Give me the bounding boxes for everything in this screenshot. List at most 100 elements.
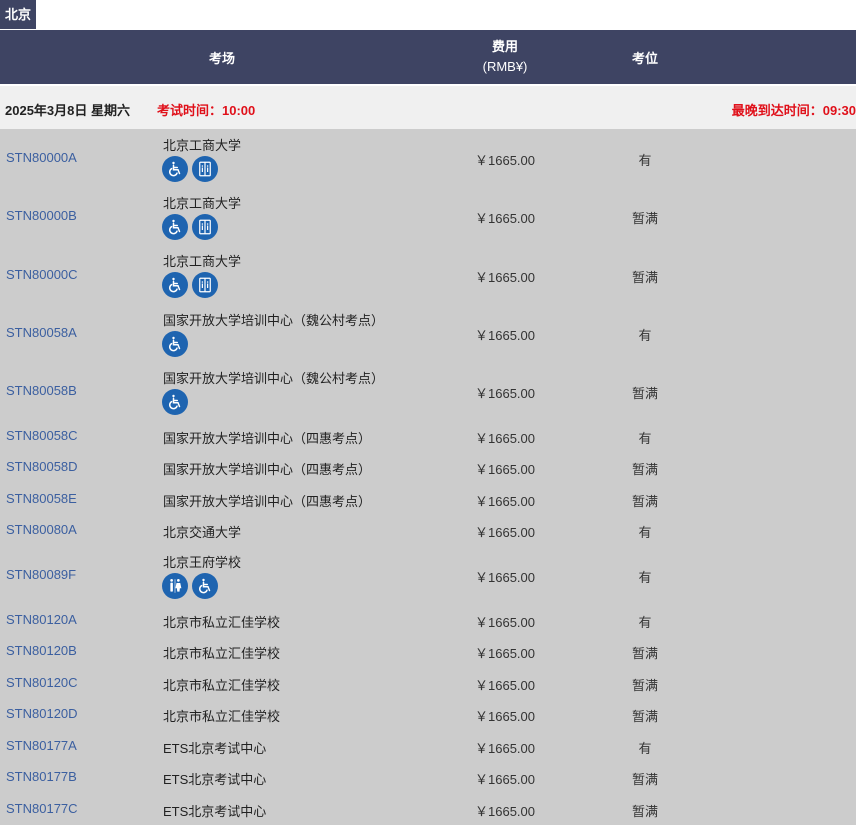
exam-time: 考试时间：10:00	[157, 103, 256, 118]
venue-name: 北京市私立汇佳学校	[163, 678, 281, 693]
center-code-link[interactable]: STN80120C	[6, 675, 78, 690]
center-code-link[interactable]: STN80120B	[6, 643, 77, 658]
seat-status: 暂满	[631, 462, 658, 477]
wheelchair-icon	[192, 573, 218, 599]
venue-name: ETS北京考试中心	[163, 741, 267, 756]
table-row: STN80058B 国家开放大学培训中心（魏公村考点） ￥1665.00 暂满	[0, 362, 856, 420]
seat-status: 暂满	[631, 494, 658, 509]
venue-name: 国家开放大学培训中心（四惠考点）	[163, 431, 372, 446]
venue-name: 北京工商大学	[163, 138, 242, 153]
venue-name: 北京工商大学	[163, 254, 242, 269]
seat-status: 暂满	[631, 678, 658, 693]
fee-label: 费用	[491, 39, 518, 54]
accessibility-icons	[162, 389, 188, 415]
table-row: STN80120B 北京市私立汇佳学校 ￥1665.00 暂满	[0, 635, 856, 667]
venue-name: 国家开放大学培训中心（魏公村考点）	[163, 313, 385, 328]
venue-name: 北京交通大学	[163, 525, 242, 540]
seat-column-header: 考位	[631, 50, 658, 66]
accessibility-icons	[162, 156, 218, 182]
fee-unit-label: (RMB¥)	[482, 59, 528, 74]
elevator-icon	[192, 272, 218, 298]
table-row: STN80058A 国家开放大学培训中心（魏公村考点） ￥1665.00 有	[0, 304, 856, 362]
table-row: STN80000B 北京工商大学 ￥1665.00 暂满	[0, 187, 856, 245]
fee-value: ￥1665.00	[475, 386, 535, 401]
wheelchair-icon	[162, 331, 188, 357]
venue-name: 北京工商大学	[163, 196, 242, 211]
center-code-link[interactable]: STN80177A	[6, 738, 77, 753]
seat-status: 有	[638, 570, 652, 585]
venue-name: ETS北京考试中心	[163, 804, 267, 819]
accessibility-icons	[162, 214, 218, 240]
table-row: STN80120A 北京市私立汇佳学校 ￥1665.00 有	[0, 604, 856, 635]
fee-value: ￥1665.00	[475, 615, 535, 630]
seat-status: 暂满	[631, 709, 658, 724]
fee-value: ￥1665.00	[475, 431, 535, 446]
fee-column-header: 费用 (RMB¥)	[460, 30, 550, 84]
fee-value: ￥1665.00	[475, 328, 535, 343]
fee-value: ￥1665.00	[475, 494, 535, 509]
venue-name: 北京市私立汇佳学校	[163, 615, 281, 630]
session-date-row: 2025年3月8日 星期六 考试时间：10:00 最晚到达时间：09:30	[0, 86, 856, 129]
fee-value: ￥1665.00	[475, 678, 535, 693]
wheelchair-icon	[162, 389, 188, 415]
fee-value: ￥1665.00	[475, 804, 535, 819]
venue-name: 国家开放大学培训中心（魏公村考点）	[163, 371, 385, 386]
wheelchair-icon	[162, 156, 188, 182]
venue-name: 北京市私立汇佳学校	[163, 709, 281, 724]
restroom-icon	[162, 573, 188, 599]
center-code-link[interactable]: STN80120D	[6, 706, 78, 721]
seat-status: 暂满	[631, 270, 658, 285]
seat-status: 有	[638, 328, 652, 343]
center-code-link[interactable]: STN80177C	[6, 801, 78, 816]
table-row: STN80080A 北京交通大学 ￥1665.00 有	[0, 514, 856, 546]
seat-status: 暂满	[631, 211, 658, 226]
seat-status: 暂满	[631, 386, 658, 401]
venue-name: 北京市私立汇佳学校	[163, 646, 281, 661]
venue-name: 北京王府学校	[163, 555, 242, 570]
table-row: STN80177C ETS北京考试中心 ￥1665.00 暂满	[0, 792, 856, 825]
center-code-link[interactable]: STN80058A	[6, 325, 77, 340]
fee-value: ￥1665.00	[475, 525, 535, 540]
wheelchair-icon	[162, 272, 188, 298]
wheelchair-icon	[162, 214, 188, 240]
table-row: STN80120C 北京市私立汇佳学校 ￥1665.00 暂满	[0, 667, 856, 698]
table-row: STN80177B ETS北京考试中心 ￥1665.00 暂满	[0, 761, 856, 792]
accessibility-icons	[162, 272, 218, 298]
venue-name: ETS北京考试中心	[163, 772, 267, 787]
session-date: 2025年3月8日 星期六	[5, 103, 130, 118]
venue-name: 国家开放大学培训中心（四惠考点）	[163, 494, 372, 509]
seat-status: 有	[638, 431, 652, 446]
venue-column-header: 考场	[208, 50, 235, 66]
center-code-link[interactable]: STN80089F	[6, 567, 76, 582]
fee-value: ￥1665.00	[475, 772, 535, 787]
center-code-link[interactable]: STN80058D	[6, 459, 78, 474]
center-code-link[interactable]: STN80058E	[6, 491, 77, 506]
fee-value: ￥1665.00	[475, 153, 535, 168]
elevator-icon	[192, 156, 218, 182]
fee-value: ￥1665.00	[475, 709, 535, 724]
center-code-link[interactable]: STN80177B	[6, 769, 77, 784]
center-code-link[interactable]: STN80000B	[6, 208, 77, 223]
center-code-link[interactable]: STN80058B	[6, 383, 77, 398]
city-tab[interactable]: 北京	[0, 0, 37, 29]
center-code-link[interactable]: STN80000C	[6, 267, 78, 282]
seat-status: 暂满	[631, 772, 658, 787]
table-row: STN80058E 国家开放大学培训中心（四惠考点） ￥1665.00 暂满	[0, 483, 856, 514]
table-row: STN80000A 北京工商大学 ￥1665.00 有	[0, 129, 856, 187]
center-code-link[interactable]: STN80080A	[6, 522, 77, 537]
seat-status: 有	[638, 153, 652, 168]
fee-value: ￥1665.00	[475, 462, 535, 477]
center-code-link[interactable]: STN80000A	[6, 150, 77, 165]
latest-arrival-time: 最晚到达时间：09:30	[731, 103, 856, 118]
center-code-link[interactable]: STN80058C	[6, 428, 78, 443]
fee-value: ￥1665.00	[475, 741, 535, 756]
table-header: 考场 费用 (RMB¥) 考位	[0, 30, 856, 84]
fee-value: ￥1665.00	[475, 646, 535, 661]
accessibility-icons	[162, 573, 218, 599]
table-row: STN80000C 北京工商大学 ￥1665.00 暂满	[0, 245, 856, 304]
accessibility-icons	[162, 331, 188, 357]
table-row: STN80177A ETS北京考试中心 ￥1665.00 有	[0, 730, 856, 761]
elevator-icon	[192, 214, 218, 240]
center-code-link[interactable]: STN80120A	[6, 612, 77, 627]
fee-value: ￥1665.00	[475, 211, 535, 226]
